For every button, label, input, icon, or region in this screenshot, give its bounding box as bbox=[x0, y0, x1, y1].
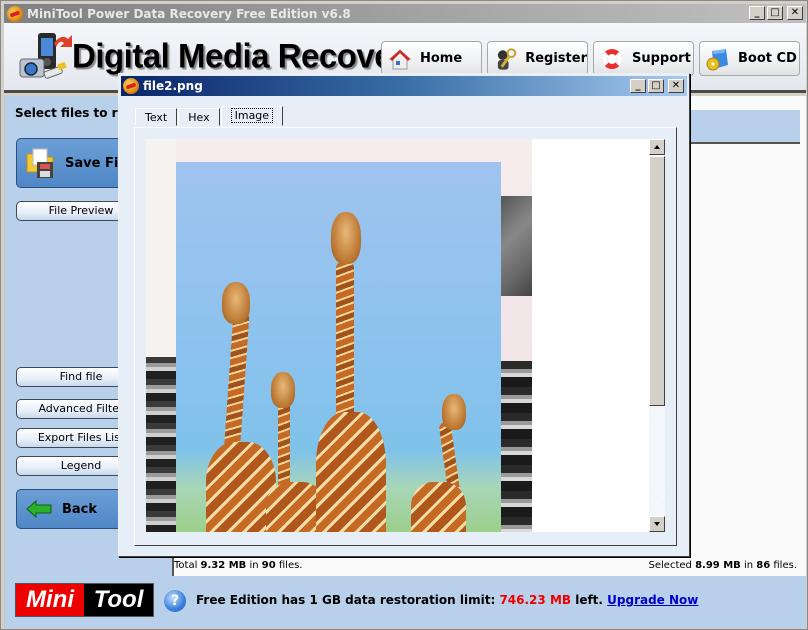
register-label: Register bbox=[525, 51, 587, 66]
tab-text[interactable]: Text bbox=[135, 108, 178, 126]
logo-tool: Tool bbox=[84, 584, 153, 616]
photo-rack-left bbox=[146, 357, 176, 532]
app-icon bbox=[7, 5, 23, 22]
main-titlebar: MiniTool Power Data Recovery Free Editio… bbox=[4, 4, 806, 23]
scroll-thumb[interactable] bbox=[649, 156, 665, 406]
selected-prefix: Selected bbox=[648, 560, 696, 571]
selected-files-status: Selected 8.99 MB in 86 files. bbox=[649, 560, 797, 571]
minimize-button[interactable]: _ bbox=[749, 6, 765, 20]
total-prefix: Total bbox=[174, 560, 201, 571]
scroll-up-button[interactable] bbox=[649, 139, 665, 155]
boot-cd-label: Boot CD bbox=[738, 51, 797, 66]
home-icon bbox=[388, 48, 412, 69]
back-label: Back bbox=[62, 501, 98, 517]
limit-prefix: Free Edition has 1 GB data restoration l… bbox=[196, 593, 500, 607]
dialog-close-button[interactable]: ✕ bbox=[668, 79, 684, 93]
save-files-icon bbox=[26, 148, 54, 178]
selected-suffix: files. bbox=[770, 560, 797, 571]
logo-mini: Mini bbox=[16, 584, 84, 616]
tab-hex-label: Hex bbox=[188, 111, 210, 124]
total-suffix: files. bbox=[275, 560, 303, 571]
dialog-title: file2.png bbox=[143, 79, 203, 93]
tab-hex[interactable]: Hex bbox=[178, 108, 220, 126]
home-button[interactable]: Home bbox=[381, 41, 482, 76]
tab-image-label: Image bbox=[230, 108, 274, 123]
window-controls: _ □ ✕ bbox=[749, 6, 803, 20]
tab-image[interactable]: Image bbox=[220, 106, 284, 126]
footer: Mini Tool ? Free Edition has 1 GB data r… bbox=[4, 576, 806, 628]
preview-tabs: Text Hex Image bbox=[135, 106, 284, 126]
help-icon[interactable]: ? bbox=[164, 590, 186, 612]
boot-cd-icon bbox=[706, 48, 728, 70]
dialog-minimize-button[interactable]: _ bbox=[630, 79, 646, 93]
limit-remaining: 746.23 MB bbox=[499, 593, 572, 607]
selected-count: 86 bbox=[756, 560, 771, 571]
register-keys-icon bbox=[497, 47, 517, 70]
limit-suffix: left. bbox=[571, 593, 608, 607]
total-size: 9.32 MB bbox=[200, 560, 247, 571]
photo-wall bbox=[146, 139, 176, 359]
file-preview-dialog: file2.png _ □ ✕ Text Hex Image bbox=[118, 73, 690, 557]
maximize-button[interactable]: □ bbox=[767, 6, 783, 20]
support-button[interactable]: Support bbox=[593, 41, 694, 76]
upgrade-now-link[interactable]: Upgrade Now bbox=[607, 593, 698, 607]
window-title: MiniTool Power Data Recovery Free Editio… bbox=[27, 6, 351, 21]
dialog-controls: _ □ ✕ bbox=[630, 79, 684, 93]
vertical-scrollbar[interactable] bbox=[649, 139, 665, 532]
register-button[interactable]: Register bbox=[487, 41, 588, 76]
selected-mid: in bbox=[740, 560, 757, 571]
giraffe-poster bbox=[176, 162, 501, 532]
dialog-app-icon bbox=[123, 78, 139, 94]
scroll-down-button[interactable] bbox=[649, 516, 665, 532]
boot-cd-button[interactable]: Boot CD bbox=[699, 41, 800, 76]
preview-image bbox=[146, 139, 532, 532]
home-label: Home bbox=[420, 51, 463, 66]
support-label: Support bbox=[632, 51, 691, 66]
lifebuoy-icon bbox=[602, 48, 622, 69]
selected-size: 8.99 MB bbox=[695, 560, 741, 571]
close-button[interactable]: ✕ bbox=[787, 6, 803, 20]
brand-title: Digital Media Recovery bbox=[72, 36, 423, 75]
dialog-titlebar[interactable]: file2.png _ □ ✕ bbox=[121, 76, 687, 96]
image-viewport bbox=[146, 139, 665, 532]
total-count: 90 bbox=[261, 560, 276, 571]
minitool-logo: Mini Tool bbox=[15, 583, 154, 617]
dialog-maximize-button[interactable]: □ bbox=[648, 79, 664, 93]
total-mid: in bbox=[246, 560, 262, 571]
photo-rack-right bbox=[500, 361, 532, 532]
photo-painting bbox=[500, 196, 532, 296]
image-tab-panel bbox=[134, 127, 677, 546]
back-arrow-icon bbox=[26, 500, 52, 518]
restoration-limit-text: Free Edition has 1 GB data restoration l… bbox=[196, 593, 698, 607]
digital-media-devices-icon bbox=[19, 33, 72, 79]
tab-text-label: Text bbox=[145, 111, 168, 124]
total-files-status: Total 9.32 MB in 90 files. bbox=[174, 560, 302, 571]
